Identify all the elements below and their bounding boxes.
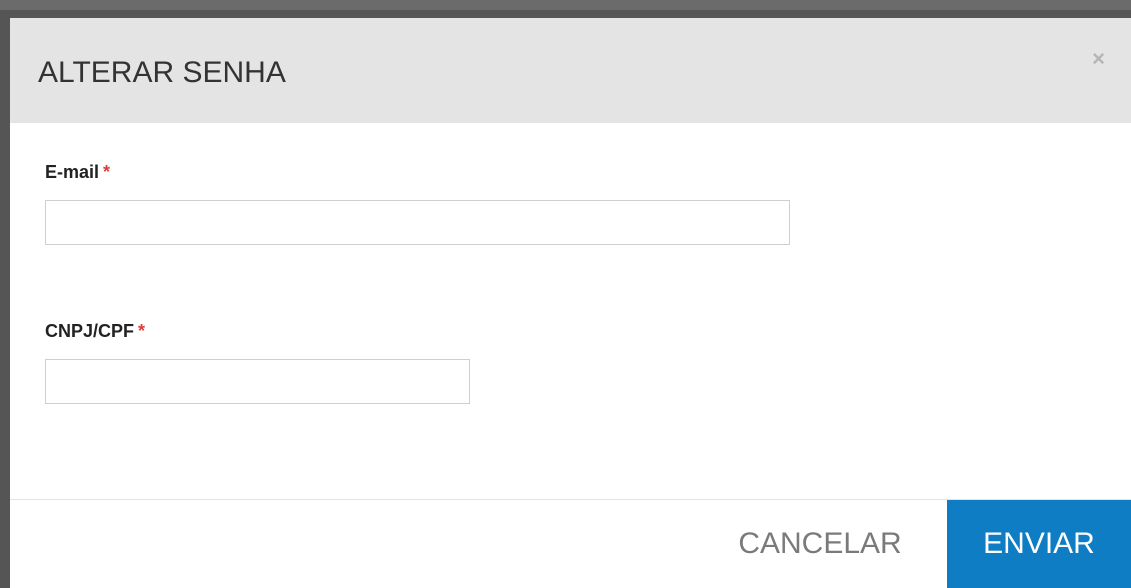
cnpj-cpf-field[interactable] (45, 359, 470, 404)
dialog-header: ALTERAR SENHA × (10, 18, 1131, 123)
cancel-button[interactable]: CANCELAR (700, 500, 940, 588)
email-label: E-mail * (45, 162, 110, 183)
required-mark: * (103, 162, 111, 182)
close-icon[interactable]: × (1092, 48, 1105, 70)
cnpj-cpf-label: CNPJ/CPF * (45, 321, 145, 342)
background-page-strip (0, 0, 1131, 10)
send-button[interactable]: ENVIAR (947, 500, 1131, 588)
email-label-text: E-mail (45, 162, 100, 182)
required-mark: * (138, 321, 146, 341)
dialog-title: ALTERAR SENHA (38, 56, 286, 89)
change-password-dialog: ALTERAR SENHA × E-mail * CNPJ/CPF * CANCEL… (10, 18, 1131, 588)
email-field[interactable] (45, 200, 790, 245)
cnpj-cpf-label-text: CNPJ/CPF (45, 321, 135, 341)
